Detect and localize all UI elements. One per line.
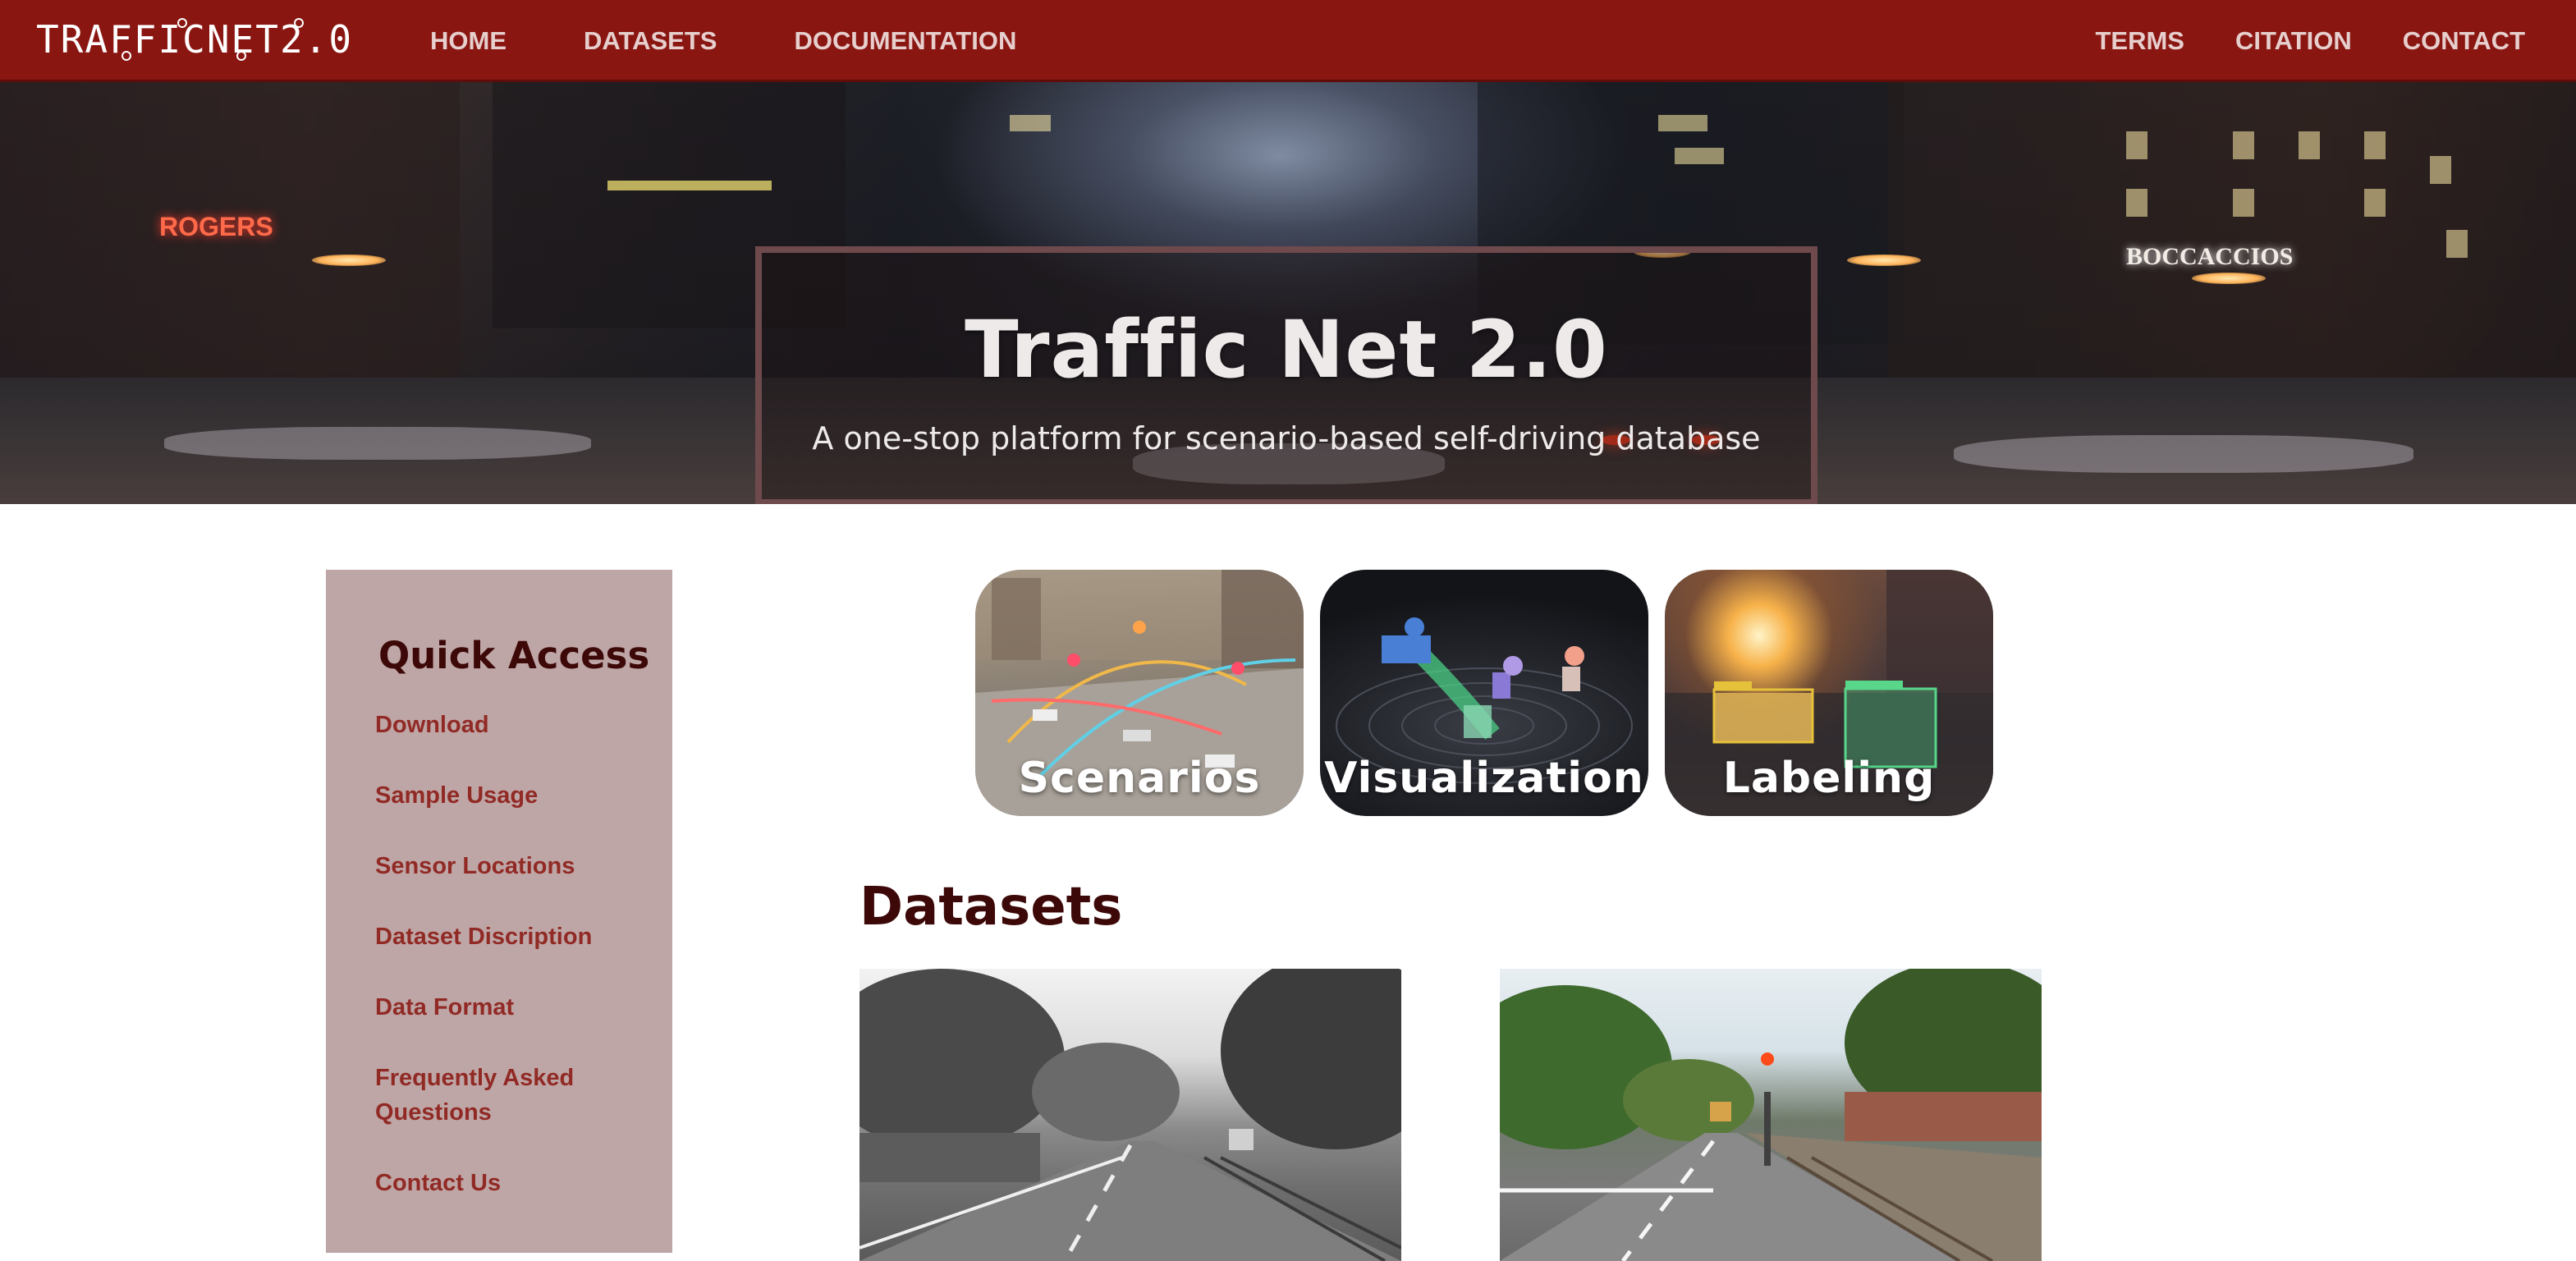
hero-banner: ROGERS BOCCACCIOS Traffic Net 2.0 A one-… xyxy=(0,82,2576,504)
dataset-card[interactable] xyxy=(859,969,1401,1261)
site-logo[interactable]: TRAFFICNET2.0 xyxy=(36,15,361,64)
hero-window xyxy=(2126,131,2147,159)
scenarios-tile-label: Scenarios xyxy=(1018,754,1261,803)
dataset-card[interactable] xyxy=(1500,969,2042,1261)
hero-window xyxy=(2364,189,2386,217)
sidebar-item-faq[interactable]: Frequently Asked Questions xyxy=(375,1061,646,1130)
hero-snow-patch xyxy=(1954,435,2413,473)
sidebar-item-download[interactable]: Download xyxy=(375,708,646,742)
nav-citation-link[interactable]: CITATION xyxy=(2235,26,2352,56)
hero-streetlight xyxy=(2192,273,2266,284)
visualization-tile-label: Visualization xyxy=(1324,754,1644,803)
hero-window xyxy=(2446,230,2468,258)
hero-window xyxy=(1675,148,1724,164)
hero-sign-boccaccios: BOCCACCIOS xyxy=(2126,243,2294,270)
top-navbar: TRAFFICNET2.0 HOME DATASETS DOCUMENTATIO… xyxy=(0,0,2576,82)
nav-terms-link[interactable]: TERMS xyxy=(2095,26,2184,56)
hero-window xyxy=(2299,131,2320,159)
labeling-tile-label: Labeling xyxy=(1722,754,1936,803)
hero-window xyxy=(2233,189,2254,217)
logo-icon: TRAFFICNET2.0 xyxy=(36,17,353,62)
primary-nav: HOME DATASETS DOCUMENTATION xyxy=(430,0,1093,82)
hero-title-box: Traffic Net 2.0 A one-stop platform for … xyxy=(755,246,1817,504)
hero-window xyxy=(607,181,772,190)
sidebar-item-dataset-description[interactable]: Dataset Discription xyxy=(375,919,646,954)
hero-window xyxy=(2126,189,2147,217)
visualization-tile[interactable]: Visualization xyxy=(1320,570,1648,816)
datasets-heading: Datasets xyxy=(859,877,1123,938)
nav-contact-link[interactable]: CONTACT xyxy=(2403,26,2525,56)
hero-window xyxy=(2430,156,2451,184)
logo-wordmark: TRAFFICNET2.0 xyxy=(36,17,353,62)
nav-home-link[interactable]: HOME xyxy=(430,26,506,56)
sidebar-item-sensor-locations[interactable]: Sensor Locations xyxy=(375,849,646,883)
secondary-nav: TERMS CITATION CONTACT xyxy=(2044,0,2525,82)
hero-window xyxy=(2233,131,2254,159)
hero-window xyxy=(2364,131,2386,159)
nav-documentation-link[interactable]: DOCUMENTATION xyxy=(794,26,1016,56)
quick-access-list: Download Sample Usage Sensor Locations D… xyxy=(375,708,646,1236)
hero-title: Traffic Net 2.0 xyxy=(965,304,1608,396)
hero-window xyxy=(1010,115,1051,131)
sidebar-item-data-format[interactable]: Data Format xyxy=(375,990,646,1025)
hero-sign-rogers: ROGERS xyxy=(159,212,273,241)
labeling-tile[interactable]: Labeling xyxy=(1665,570,1993,816)
scenarios-tile[interactable]: Scenarios xyxy=(975,570,1304,816)
hero-streetlight xyxy=(312,254,386,266)
quick-access-sidebar: Quick Access Download Sample Usage Senso… xyxy=(326,570,672,1253)
hero-window xyxy=(1658,115,1707,131)
hero-streetlight xyxy=(1847,254,1921,266)
sidebar-item-contact-us[interactable]: Contact Us xyxy=(375,1166,646,1200)
hero-subtitle: A one-stop platform for scenario-based s… xyxy=(812,420,1761,456)
sidebar-title: Quick Access xyxy=(378,634,650,677)
hero-building-right xyxy=(1888,82,2576,394)
hero-snow-patch xyxy=(164,427,591,460)
dataset-street-grayscale-image xyxy=(859,969,1401,1261)
sidebar-item-sample-usage[interactable]: Sample Usage xyxy=(375,778,646,813)
nav-datasets-link[interactable]: DATASETS xyxy=(584,26,717,56)
dataset-street-color-image xyxy=(1500,969,2042,1261)
